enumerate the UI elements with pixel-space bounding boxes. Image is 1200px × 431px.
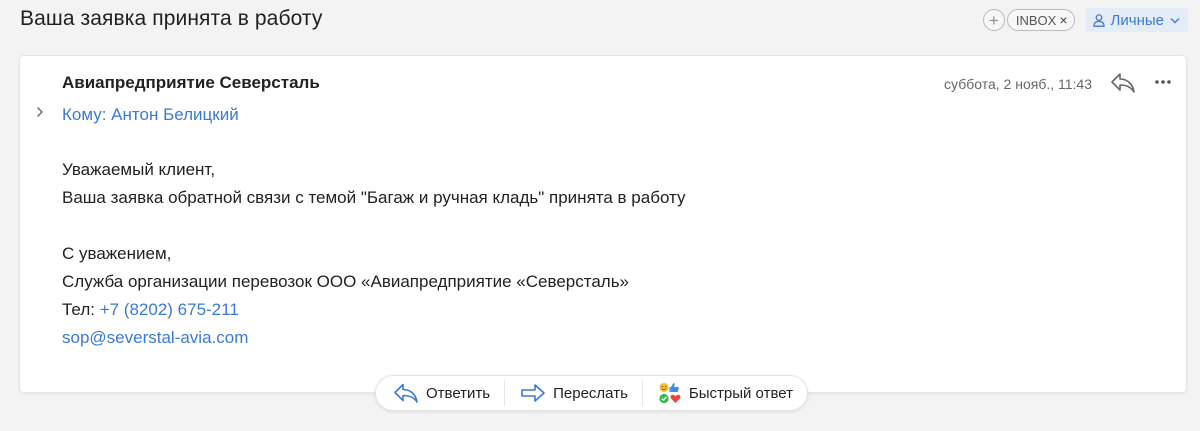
more-dots-icon[interactable] bbox=[1154, 73, 1172, 91]
person-icon bbox=[1092, 13, 1105, 27]
phone-line: Тел: +7 (8202) 675-211 bbox=[62, 296, 686, 324]
chevron-right-icon[interactable] bbox=[36, 106, 44, 118]
category-label: Личные bbox=[1110, 11, 1164, 29]
regards: С уважением, bbox=[62, 244, 172, 263]
message-datetime: суббота, 2 нояб., 11:43 bbox=[944, 76, 1092, 92]
plus-icon: + bbox=[988, 10, 999, 30]
action-bar: Ответить Переслать Быстрый ответ bbox=[376, 376, 807, 410]
forward-button[interactable]: Переслать bbox=[505, 376, 642, 410]
sender-name: Авиапредприятие Северсталь bbox=[62, 73, 320, 92]
folder-tag-label: INBOX bbox=[1015, 12, 1057, 28]
phone-label: Тел: bbox=[62, 300, 100, 319]
forward-label: Переслать bbox=[553, 384, 628, 402]
remove-tag-icon[interactable]: × bbox=[1059, 12, 1067, 28]
add-tag-button[interactable]: + bbox=[982, 9, 1005, 31]
message-card: Авиапредприятие Северсталь Кому: Антон Б… bbox=[20, 56, 1186, 392]
quick-reply-label: Быстрый ответ bbox=[688, 384, 793, 402]
message-tags: + INBOX × Личные bbox=[982, 8, 1188, 32]
reply-arrow-icon bbox=[394, 383, 418, 403]
reply-button[interactable]: Ответить bbox=[390, 376, 504, 410]
phone-link[interactable]: +7 (8202) 675-211 bbox=[100, 300, 239, 319]
signature: Служба организации перевозок ООО «Авиапр… bbox=[62, 272, 630, 291]
chevron-down-icon bbox=[1170, 17, 1180, 23]
forward-arrow-icon bbox=[521, 384, 545, 402]
quick-reply-button[interactable]: Быстрый ответ bbox=[643, 376, 793, 410]
folder-tag-inbox[interactable]: INBOX × bbox=[1006, 9, 1075, 31]
message-subject: Ваша заявка принята в работу bbox=[20, 7, 323, 30]
category-dropdown[interactable]: Личные bbox=[1084, 8, 1188, 32]
body-line: Ваша заявка обратной связи с темой "Бага… bbox=[62, 188, 686, 207]
greeting: Уважаемый клиент, bbox=[62, 160, 216, 179]
recipient-line[interactable]: Кому: Антон Белицкий bbox=[62, 105, 239, 125]
reply-label: Ответить bbox=[426, 384, 491, 402]
emoji-reactions-icon bbox=[659, 382, 681, 404]
message-body: Уважаемый клиент, Ваша заявка обратной с… bbox=[62, 156, 686, 352]
reply-arrow-icon[interactable] bbox=[1109, 71, 1137, 95]
email-link[interactable]: sop@severstal-avia.com bbox=[62, 324, 686, 352]
